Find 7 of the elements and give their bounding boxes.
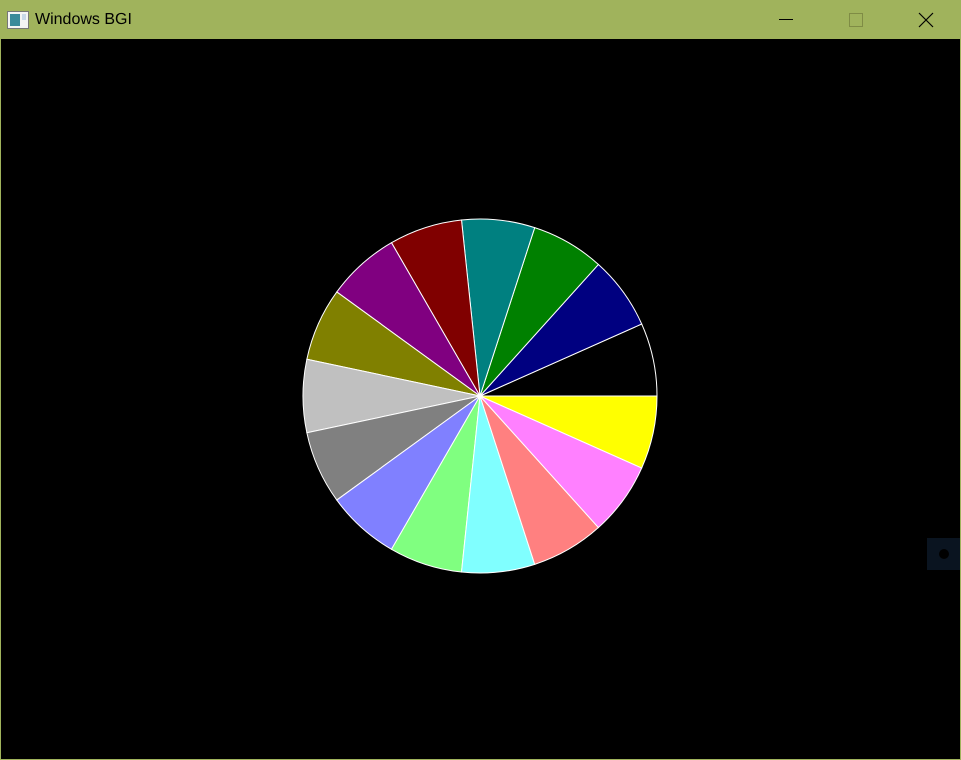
app-icon bbox=[7, 10, 29, 28]
dot-icon bbox=[938, 549, 948, 559]
minimize-icon bbox=[779, 18, 793, 20]
floating-widget[interactable] bbox=[927, 538, 960, 570]
maximize-icon bbox=[849, 12, 863, 26]
window-title: Windows BGI bbox=[35, 10, 132, 30]
close-icon bbox=[918, 12, 934, 28]
